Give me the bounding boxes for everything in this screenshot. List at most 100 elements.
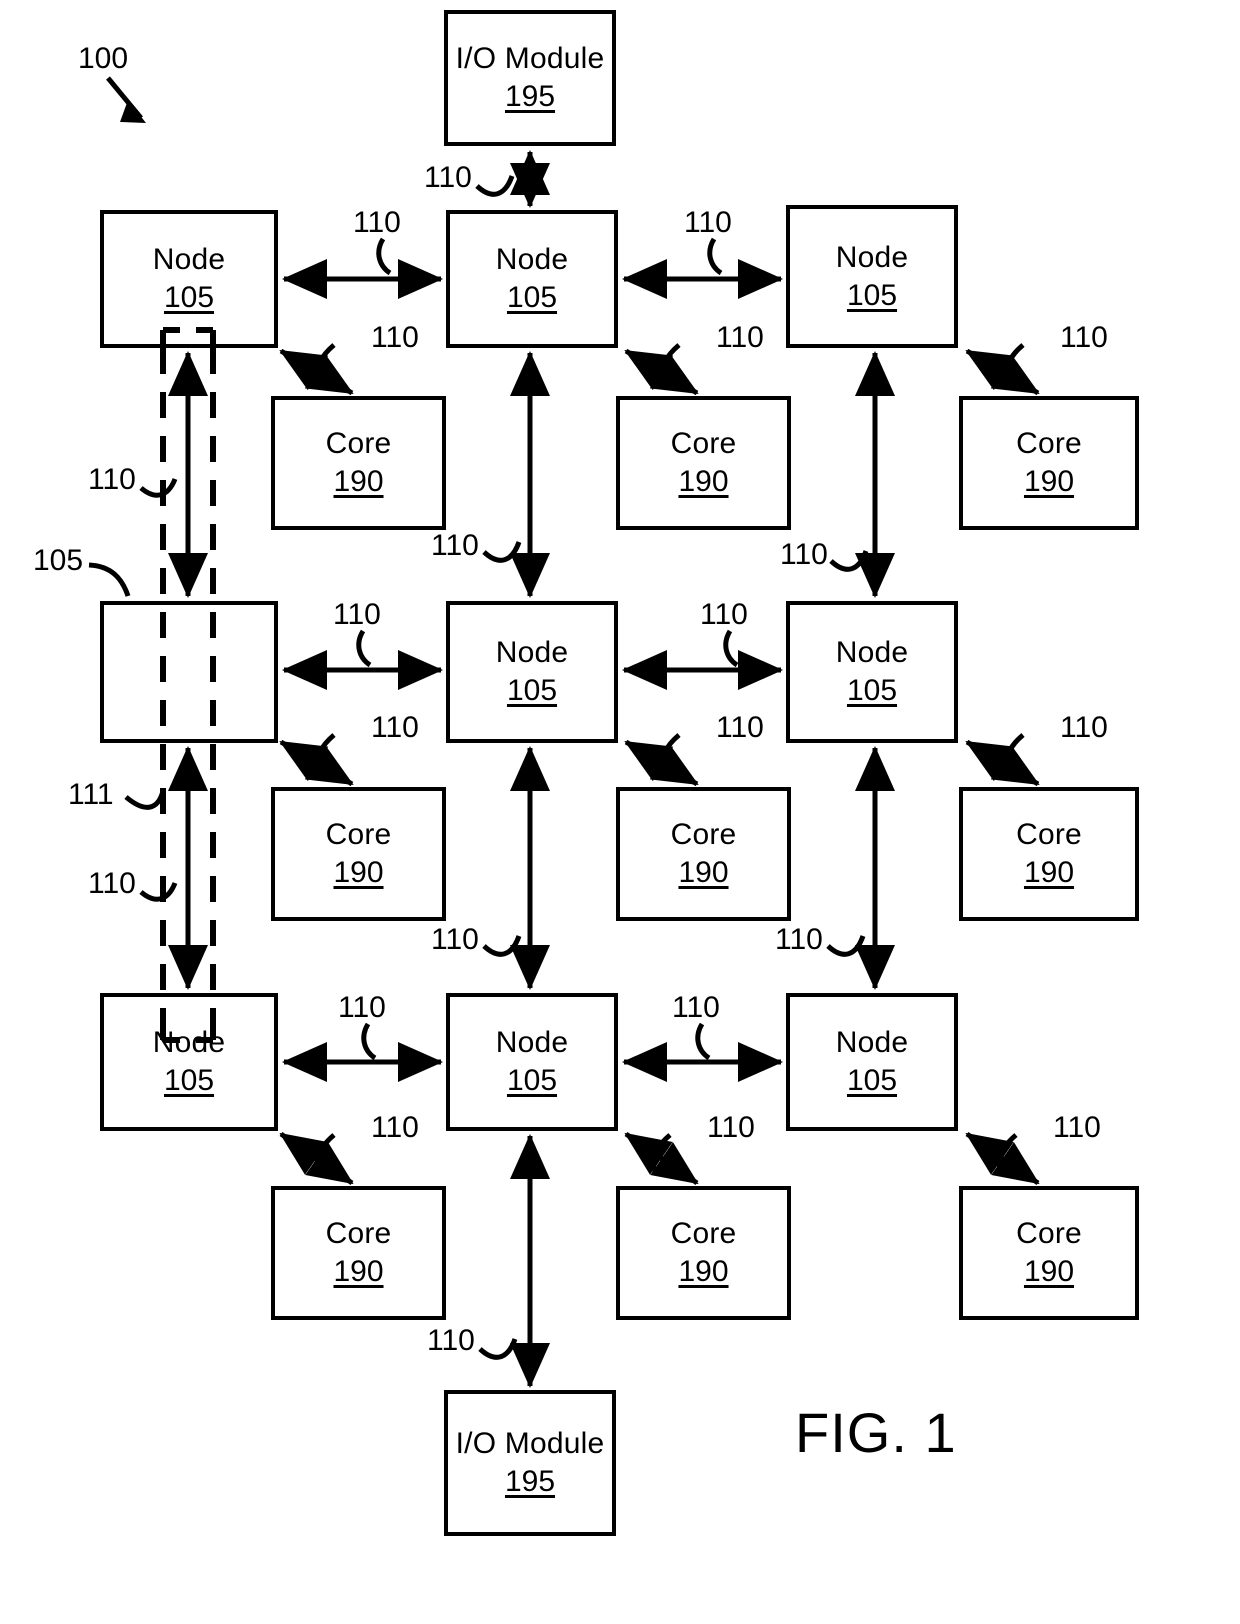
node-row1-col3[interactable]: Node 105 [786, 205, 958, 348]
leader-110-r2c3d [1003, 733, 1025, 774]
ref-numeral-110: 110 [338, 991, 386, 1024]
ref-numeral-110: 110 [371, 711, 419, 744]
ref-numeral-110: 110 [684, 206, 732, 239]
box-ref-numeral: 190 [1023, 856, 1075, 889]
node-row1-col2[interactable]: Node 105 [446, 210, 618, 348]
ref-numeral-110: 110 [427, 1324, 475, 1357]
ref-numeral-111: 111 [68, 778, 114, 811]
box-title: Node [495, 243, 569, 276]
box-ref-numeral: 105 [163, 281, 215, 314]
leader-110-r3h1 [361, 1022, 377, 1061]
box-title: I/O Module [455, 42, 605, 75]
box-ref-numeral: 190 [678, 856, 729, 889]
node-row1-col1[interactable]: Node 105 [100, 210, 278, 348]
ref-numeral-110: 110 [424, 161, 472, 194]
box-ref-numeral: 190 [678, 465, 729, 498]
node-row3-col3[interactable]: Node 105 [786, 993, 958, 1131]
box-ref-numeral: 190 [1023, 465, 1075, 498]
ref-numeral-100: 100 [78, 42, 129, 75]
leader-110-left2 [139, 881, 178, 902]
box-ref-numeral: 190 [678, 1255, 729, 1288]
ref-numeral-110: 110 [371, 1111, 419, 1144]
box-title: Core [670, 427, 737, 460]
core-row1-col1[interactable]: Core 190 [271, 396, 446, 530]
core-row3-col1[interactable]: Core 190 [271, 1186, 446, 1320]
leader-110-c3v2 [826, 935, 866, 957]
node-row2-col3[interactable]: Node 105 [786, 601, 958, 743]
leader-111-left [124, 790, 166, 810]
box-ref-numeral: 190 [333, 465, 384, 498]
leader-110-io-top [475, 175, 515, 197]
ref-numeral-110: 110 [707, 1111, 755, 1144]
leader-110-left1 [139, 477, 178, 498]
box-title: Core [325, 1217, 392, 1250]
box-title: Node [835, 1026, 909, 1059]
core-row3-col2[interactable]: Core 190 [616, 1186, 791, 1320]
box-title: Node [495, 636, 569, 669]
ref-numeral-105: 105 [33, 544, 84, 577]
ref-numeral-110: 110 [431, 529, 479, 562]
node-row2-col1[interactable] [100, 601, 278, 743]
leader-110-io-bot [478, 1338, 518, 1360]
ref-numeral-110: 110 [88, 867, 136, 900]
core-row1-col3[interactable]: Core 190 [959, 396, 1139, 530]
box-ref-numeral: 105 [506, 1064, 558, 1097]
core-row2-col3[interactable]: Core 190 [959, 787, 1139, 921]
ref-numeral-110: 110 [672, 991, 720, 1024]
box-ref-numeral: 105 [506, 674, 558, 707]
io-module-top[interactable]: I/O Module 195 [444, 10, 616, 146]
ref-numeral-110: 110 [775, 923, 823, 956]
leader-105-left [88, 562, 131, 597]
ref-numeral-110: 110 [431, 923, 479, 956]
leader-110-c2v2 [482, 935, 522, 957]
box-ref-numeral: 195 [504, 80, 556, 113]
node-row2-col2[interactable]: Node 105 [446, 601, 618, 743]
box-ref-numeral: 105 [846, 1064, 898, 1097]
core-row2-col1[interactable]: Core 190 [271, 787, 446, 921]
leader-110-c3v1 [829, 550, 869, 572]
box-ref-numeral: 190 [333, 856, 384, 889]
link-r2c3-core [965, 739, 1040, 787]
box-title: Core [325, 427, 392, 460]
box-ref-numeral: 105 [846, 674, 898, 707]
ref-numeral-110: 110 [780, 538, 828, 571]
box-title: Node [835, 240, 909, 274]
ref-numeral-110: 110 [716, 711, 764, 744]
ref-numeral-110: 110 [700, 598, 748, 631]
patent-figure-1: I/O Module 195 Node 105 Node 105 Node 10… [0, 0, 1240, 1624]
core-row1-col2[interactable]: Core 190 [616, 396, 791, 530]
io-module-bottom[interactable]: I/O Module 195 [444, 1390, 616, 1536]
box-title: Node [152, 243, 226, 276]
box-ref-numeral: 105 [163, 1064, 215, 1097]
core-row2-col2[interactable]: Core 190 [616, 787, 791, 921]
leader-110-r1h1 [376, 237, 392, 276]
leader-110-r3c2d [650, 1133, 672, 1174]
box-ref-numeral: 195 [504, 1465, 556, 1498]
ref-numeral-110: 110 [1053, 1111, 1101, 1144]
box-title: Core [1016, 427, 1082, 460]
leader-110-r2h2 [723, 629, 739, 668]
box-title: I/O Module [455, 1427, 605, 1460]
box-title: Core [1016, 818, 1082, 851]
figure-label: FIG. 1 [795, 1401, 957, 1464]
ref-numeral-110: 110 [88, 463, 136, 496]
box-ref-numeral: 105 [506, 281, 558, 314]
node-row3-col1[interactable]: Node 105 [100, 993, 278, 1131]
ref-numeral-110: 110 [371, 321, 419, 354]
ref-numeral-110: 110 [1060, 321, 1108, 354]
box-ref-numeral: 105 [846, 278, 898, 312]
ref-numeral-110: 110 [353, 206, 401, 239]
link-r1c3-core [965, 348, 1040, 396]
leader-110-r2h1 [356, 629, 372, 668]
box-ref-numeral: 190 [333, 1255, 384, 1288]
leader-110-r3h2 [695, 1022, 711, 1061]
core-row3-col3[interactable]: Core 190 [959, 1186, 1139, 1320]
leader-110-r1h2 [707, 237, 723, 276]
box-title: Core [670, 818, 737, 851]
link-r3c3-core [965, 1131, 1040, 1186]
node-row3-col2[interactable]: Node 105 [446, 993, 618, 1131]
ref-numeral-110: 110 [1060, 711, 1108, 744]
box-title: Node [152, 1026, 226, 1059]
box-ref-numeral: 190 [1023, 1255, 1075, 1288]
box-title: Core [670, 1217, 737, 1250]
